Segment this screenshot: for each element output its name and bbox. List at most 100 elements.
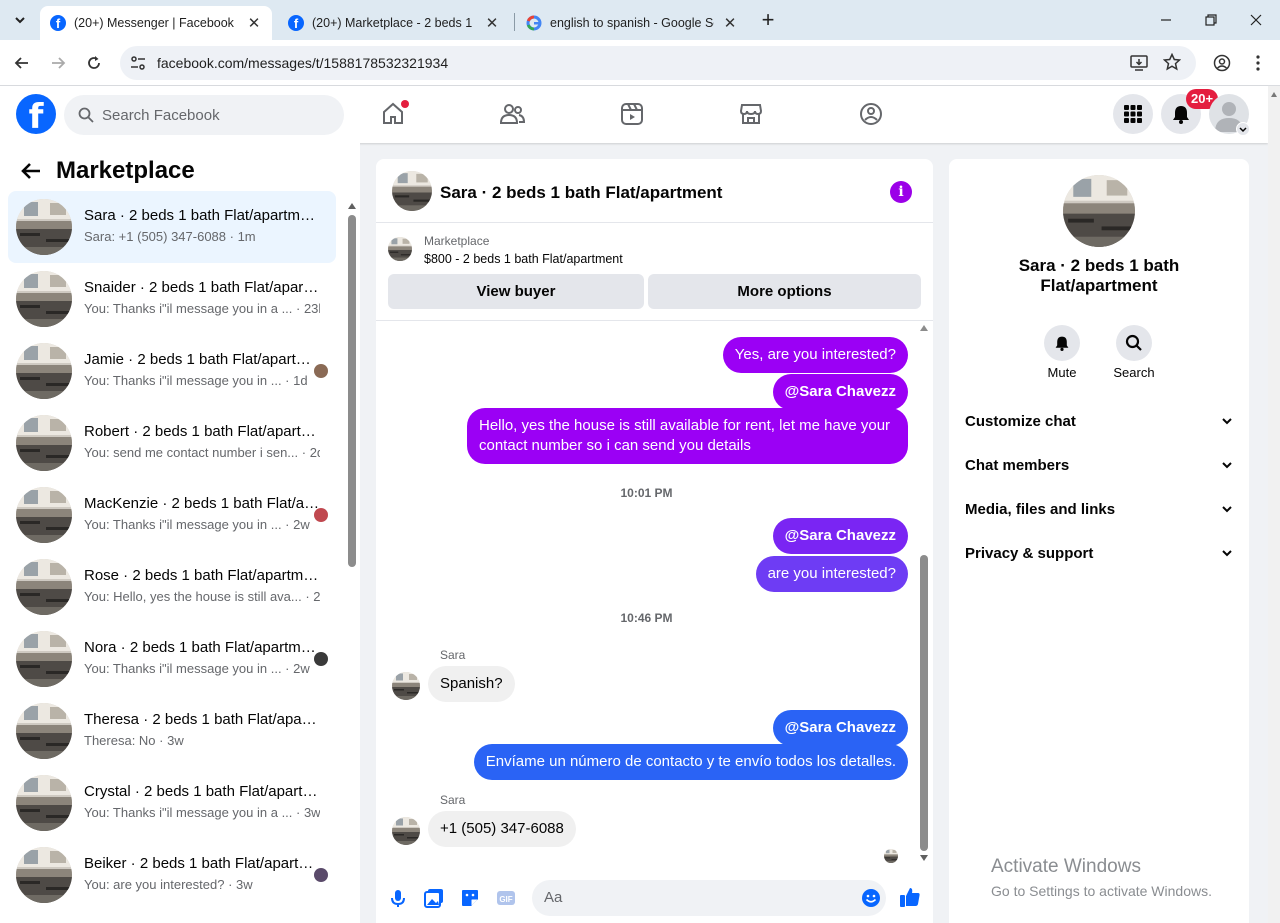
customize-chat-section[interactable]: Customize chat — [965, 399, 1233, 443]
sticker-icon[interactable] — [460, 888, 480, 908]
site-settings-icon[interactable] — [130, 55, 146, 71]
bookmark-star-icon[interactable] — [1163, 53, 1181, 71]
chat-avatar[interactable] — [392, 171, 432, 211]
tab-google-search[interactable]: english to spanish - Google Search ✕ — [516, 6, 748, 40]
mute-button[interactable] — [1044, 325, 1080, 361]
bell-icon — [1055, 336, 1069, 351]
browser-menu-icon[interactable] — [1242, 47, 1274, 79]
facebook-header: f Search Facebook 20+ — [0, 86, 1268, 143]
conversation-item[interactable]: Rose · 2 beds 1 bath Flat/apartment You: … — [8, 551, 336, 623]
conversation-item[interactable]: Jamie · 2 beds 1 bath Flat/apartment You:… — [8, 335, 336, 407]
search-conversation-button[interactable] — [1116, 325, 1152, 361]
close-window-icon[interactable] — [1240, 4, 1272, 36]
gif-icon[interactable]: GIF — [496, 888, 516, 908]
search-icon — [1125, 334, 1142, 351]
conversation-name: Theresa · 2 beds 1 bath Flat/apartment — [84, 711, 320, 728]
google-favicon-icon — [526, 15, 542, 31]
listing-thumbnail[interactable] — [388, 237, 412, 261]
listing-title[interactable]: $800 - 2 beds 1 bath Flat/apartment — [424, 252, 623, 266]
profile-icon[interactable] — [1206, 47, 1238, 79]
chat-title[interactable]: Sara · 2 beds 1 bath Flat/apartment — [440, 183, 722, 203]
media-files-links-section[interactable]: Media, files and links — [965, 487, 1233, 531]
tab-title: english to spanish - Google Search — [550, 16, 714, 30]
like-thumbs-up-icon[interactable] — [899, 886, 921, 908]
tab-marketplace[interactable]: f (20+) Marketplace - 2 beds 1 bath ✕ — [278, 6, 510, 40]
chat-scrollbar[interactable] — [920, 325, 929, 865]
reload-icon[interactable] — [78, 47, 110, 79]
message-bubble-sent[interactable]: Envíame un número de contacto y te envío… — [473, 744, 908, 780]
tab-close-icon[interactable]: ✕ — [246, 14, 262, 32]
conversation-item[interactable]: Robert · 2 beds 1 bath Flat/apartment You… — [8, 407, 336, 479]
menu-grid-button[interactable] — [1113, 94, 1153, 134]
microphone-icon[interactable] — [388, 888, 408, 908]
conversation-item[interactable]: Snaider · 2 beds 1 bath Flat/apartment Yo… — [8, 263, 336, 335]
more-options-button[interactable]: More options — [648, 274, 921, 309]
photo-icon[interactable] — [424, 888, 444, 908]
back-arrow-icon[interactable] — [20, 160, 42, 182]
conversation-name: Snaider · 2 beds 1 bath Flat/apartment — [84, 279, 320, 296]
friends-nav-icon[interactable] — [492, 94, 532, 134]
facebook-search-input[interactable]: Search Facebook — [64, 95, 344, 135]
sidebar-scrollbar[interactable] — [348, 203, 356, 923]
tab-close-icon[interactable]: ✕ — [484, 14, 500, 32]
forward-arrow-icon[interactable] — [42, 47, 74, 79]
emoji-icon[interactable] — [861, 888, 881, 908]
video-nav-icon[interactable] — [612, 94, 652, 134]
chat-members-section[interactable]: Chat members — [965, 443, 1233, 487]
timestamp: 10:01 PM — [620, 486, 673, 500]
conversation-preview: Theresa: No · 3w — [84, 733, 184, 748]
tab-messenger[interactable]: f (20+) Messenger | Facebook ✕ — [40, 6, 272, 40]
sender-avatar[interactable] — [392, 672, 420, 700]
back-arrow-icon[interactable] — [6, 47, 38, 79]
account-chevron-icon[interactable] — [1236, 122, 1250, 136]
install-app-icon[interactable] — [1130, 54, 1148, 72]
privacy-support-section[interactable]: Privacy & support — [965, 531, 1233, 575]
message-bubble-sent[interactable]: Yes, are you interested? — [722, 337, 908, 373]
chevron-down-icon — [1222, 506, 1232, 513]
message-bubble-sent[interactable]: Hello, yes the house is still available … — [467, 408, 908, 464]
message-bubble-received[interactable]: Spanish? — [428, 666, 515, 702]
marketplace-nav-icon[interactable] — [731, 94, 771, 134]
message-bubble-received[interactable]: +1 (505) 347-6088 — [428, 811, 576, 847]
groups-nav-icon[interactable] — [851, 94, 891, 134]
home-notification-dot — [401, 100, 409, 108]
conversation-item[interactable]: Nora · 2 beds 1 bath Flat/apartment You: … — [8, 623, 336, 695]
seen-avatar — [314, 868, 328, 882]
conversation-item[interactable]: Theresa · 2 beds 1 bath Flat/apartment Th… — [8, 695, 336, 767]
sender-avatar[interactable] — [392, 817, 420, 845]
watermark-line1: Activate Windows — [991, 856, 1141, 877]
section-label: Media, files and links — [965, 500, 1116, 518]
page-scrollbar[interactable] — [1268, 86, 1280, 923]
address-bar[interactable]: facebook.com/messages/t/1588178532321934 — [120, 46, 1196, 80]
message-input[interactable]: Aa — [532, 880, 886, 916]
conversation-name: Sara · 2 beds 1 bath Flat/apartment — [84, 207, 320, 224]
tab-search-chevron-icon[interactable] — [4, 4, 36, 36]
new-tab-plus-icon[interactable]: + — [752, 4, 784, 36]
search-label: Search — [1113, 365, 1155, 380]
mention-bubble-sent[interactable]: @Sara Chavezz — [772, 710, 908, 746]
restore-window-icon[interactable] — [1195, 4, 1227, 36]
mention-bubble-sent[interactable]: @Sara Chavezz — [772, 374, 908, 410]
mention-bubble-sent[interactable]: @Sara Chavezz — [772, 518, 908, 554]
conversation-thumbnail — [16, 847, 72, 903]
info-icon[interactable]: i — [890, 181, 912, 203]
message-bubble-sent[interactable]: are you interested? — [755, 556, 908, 592]
profile-avatar[interactable] — [1063, 175, 1135, 247]
minimize-window-icon[interactable] — [1150, 4, 1182, 36]
conversation-item[interactable]: Beiker · 2 beds 1 bath Flat/apartment You… — [8, 839, 336, 911]
view-buyer-button[interactable]: View buyer — [388, 274, 644, 309]
conversation-name: Nora · 2 beds 1 bath Flat/apartment — [84, 639, 320, 656]
conversation-item[interactable]: Crystal · 2 beds 1 bath Flat/apartment Yo… — [8, 767, 336, 839]
conversation-preview: You: Thanks i"il message you in a ... · … — [84, 805, 320, 820]
chat-panel: Sara · 2 beds 1 bath Flat/apartment i Ma… — [376, 159, 933, 923]
conversation-preview: You: Thanks i"il message you in ... · 1d — [84, 373, 308, 388]
conversation-item[interactable]: Sara · 2 beds 1 bath Flat/apartment Sara:… — [8, 191, 336, 263]
facebook-logo[interactable]: f — [16, 94, 56, 134]
tab-close-icon[interactable]: ✕ — [722, 14, 738, 32]
conversation-thumbnail — [16, 199, 72, 255]
home-nav-icon[interactable] — [373, 94, 413, 134]
seen-avatar — [314, 508, 328, 522]
section-label: Customize chat — [965, 412, 1076, 430]
sidebar-title: Marketplace — [56, 157, 195, 184]
conversation-item[interactable]: MacKenzie · 2 beds 1 bath Flat/apartment… — [8, 479, 336, 551]
